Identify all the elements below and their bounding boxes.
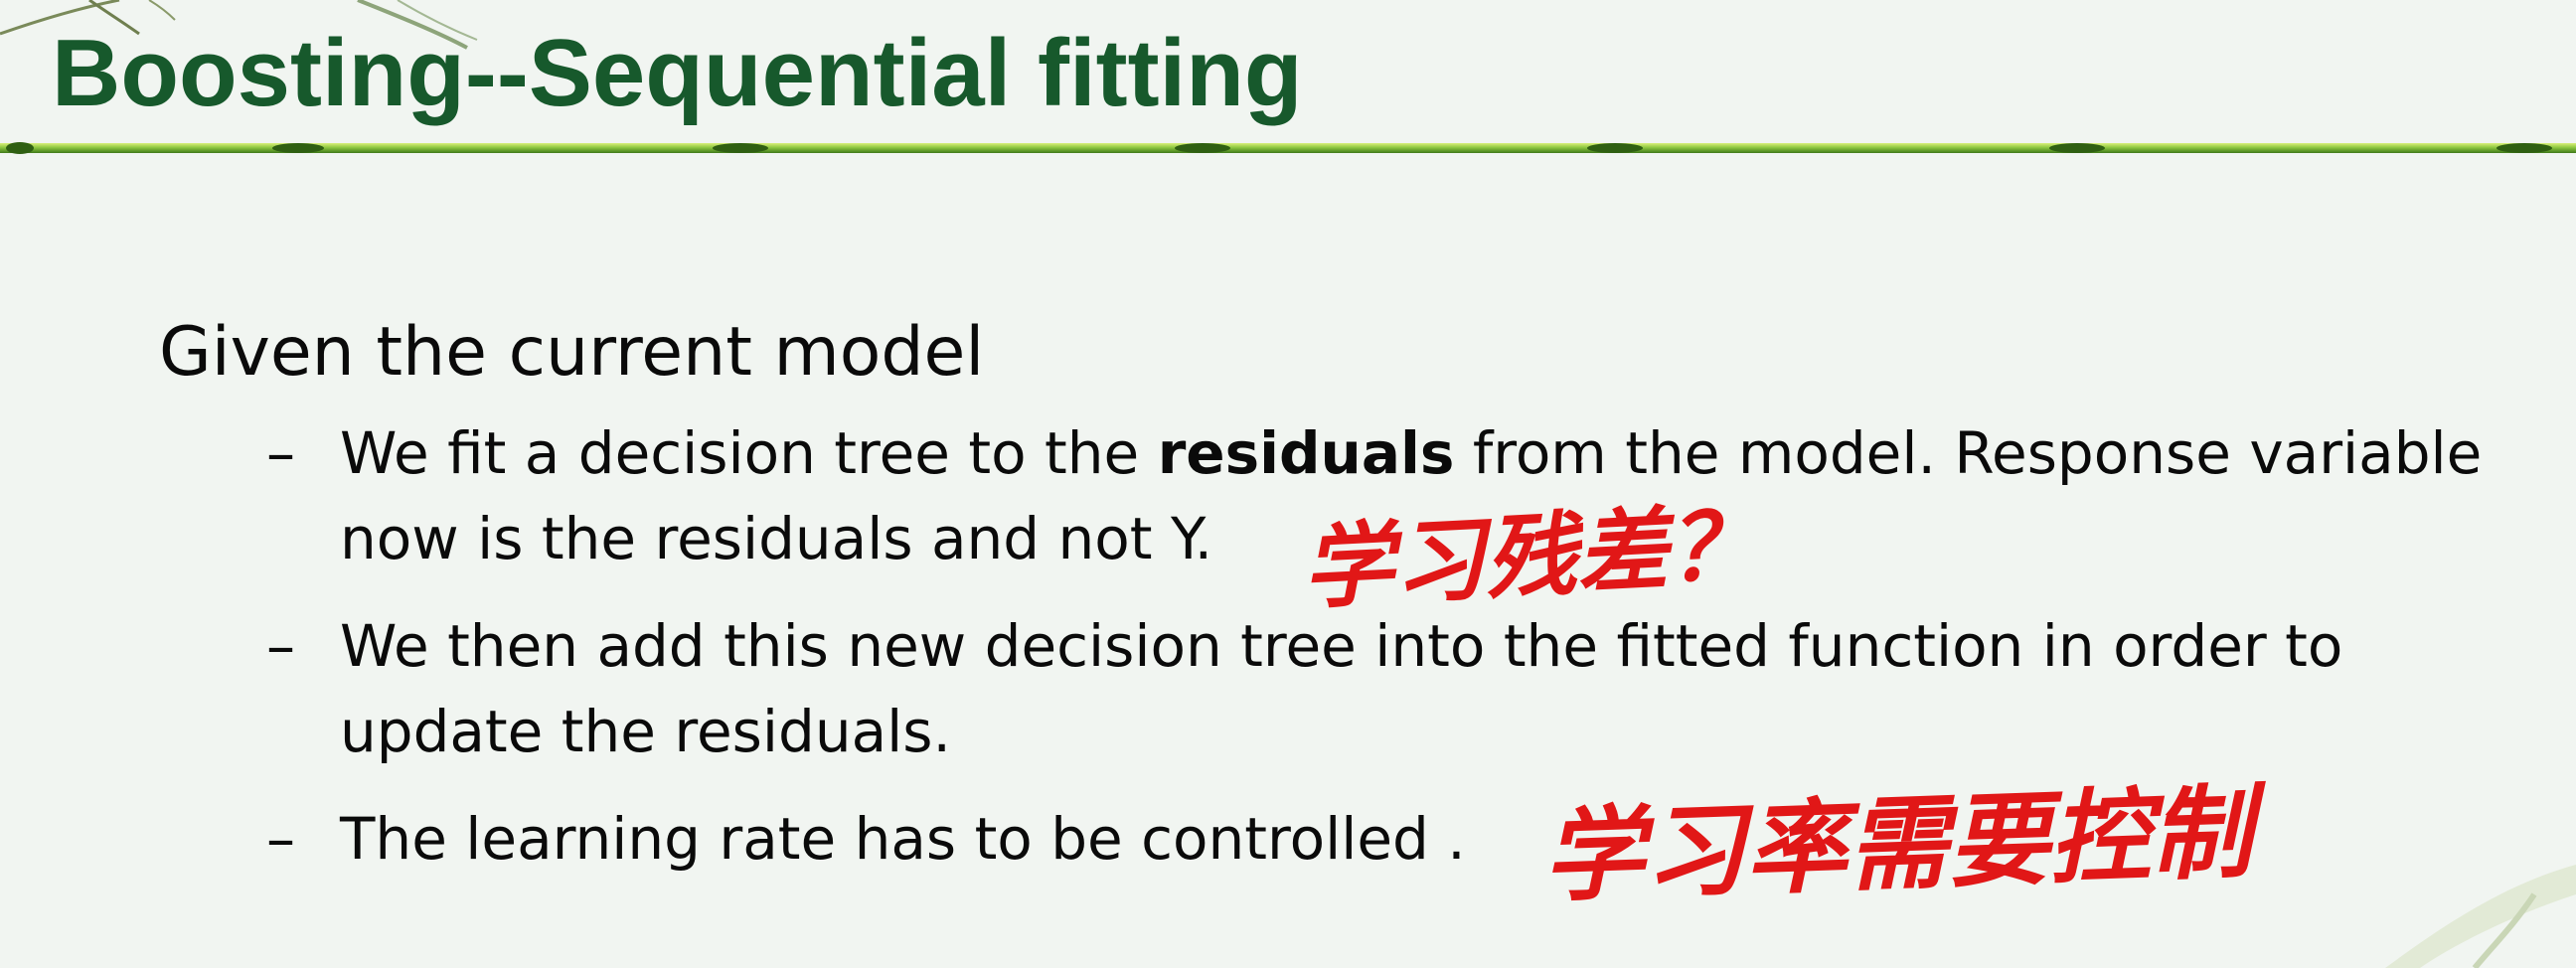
bullet-line: We fit a decision tree to the residuals … (340, 410, 2544, 496)
bullet-text: from the model. Response variable (1454, 419, 2483, 487)
lead-text: Given the current model (159, 313, 985, 392)
handwritten-note: 学习率需要控制 (1540, 772, 2254, 917)
bullet-bold-text: residuals (1157, 419, 1455, 487)
dash-marker: – (266, 419, 295, 487)
bullet-text: We fit a decision tree to the (340, 419, 1158, 487)
dash-marker: – (266, 805, 295, 873)
bullet-line: update the residuals. (340, 698, 951, 765)
slide: Boosting--Sequential fitting Given the c… (0, 0, 2576, 968)
slide-title: Boosting--Sequential fitting (52, 20, 1303, 126)
bullet-line: We then add this new decision tree into … (340, 612, 2343, 680)
bullet-item: – We then add this new decision tree int… (159, 603, 2544, 774)
dash-marker: – (266, 612, 295, 680)
title-divider-bamboo (0, 142, 2576, 154)
